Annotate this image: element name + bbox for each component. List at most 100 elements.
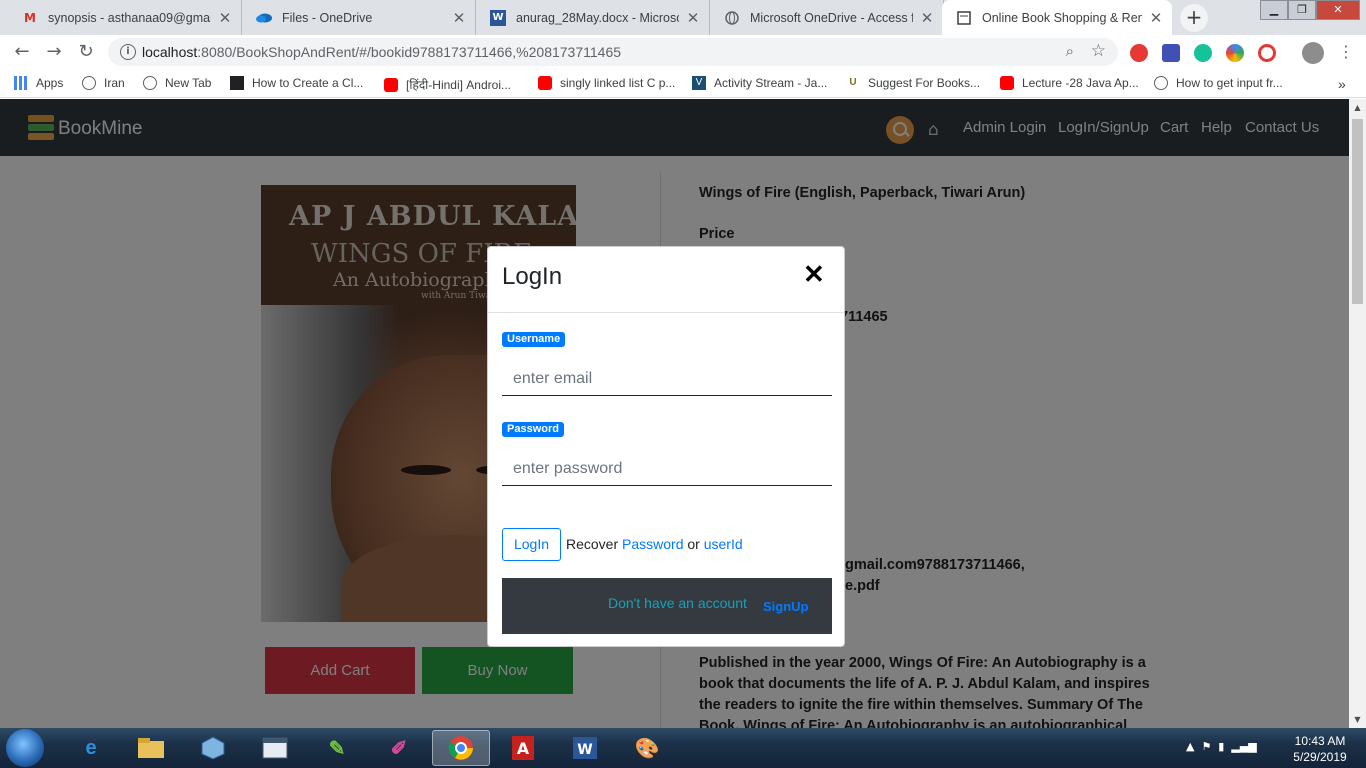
bookmark-iran[interactable]: Iran <box>82 76 125 90</box>
globe-icon <box>1154 76 1168 90</box>
page-icon: V <box>692 76 706 90</box>
tab-title: synopsis - asthanaa09@gmail.co <box>48 10 211 25</box>
extension-icon[interactable] <box>1258 44 1276 62</box>
bookmarks-overflow-button[interactable]: » <box>1338 76 1346 92</box>
reload-icon[interactable]: ↻ <box>74 41 98 65</box>
email-field[interactable] <box>502 362 832 396</box>
system-tray[interactable]: ▲ ⚑ ▮ ▂▄▆ <box>1186 740 1257 753</box>
gmail-icon: M <box>24 10 36 25</box>
menu-icon[interactable]: ⋮ <box>1334 41 1358 65</box>
opera-extension-icon[interactable] <box>1130 44 1148 62</box>
close-tab-icon[interactable]: ✕ <box>685 9 701 27</box>
no-account-text: Don't have an account <box>608 595 747 611</box>
onedrive-icon <box>256 10 272 26</box>
paint-icon[interactable]: 🎨 <box>618 730 676 766</box>
login-button[interactable]: LogIn <box>502 528 561 561</box>
browser-toolbar: ← → ↻ i localhost:8080/BookShopAndRent/#… <box>0 35 1366 70</box>
bookmark-label: How to Create a Cl... <box>252 76 364 90</box>
explorer-icon[interactable] <box>122 730 180 766</box>
bookmark-label: How to get input fr... <box>1176 76 1283 90</box>
word-icon[interactable]: W <box>556 730 614 766</box>
virtualbox-icon[interactable] <box>184 730 242 766</box>
maximize-button[interactable]: ❐ <box>1288 0 1316 20</box>
word-icon: W <box>490 9 506 26</box>
scroll-up-icon[interactable]: ▲ <box>1349 99 1366 116</box>
extension-icon[interactable] <box>1162 44 1180 62</box>
globe-icon <box>82 76 96 90</box>
page-icon <box>230 76 244 90</box>
new-tab-button[interactable]: + <box>1180 4 1208 32</box>
tab-gmail[interactable]: M synopsis - asthanaa09@gmail.co ✕ <box>8 0 242 35</box>
bookmark-label: Lecture -28 Java Ap... <box>1022 76 1139 90</box>
tab-title: Files - OneDrive <box>282 10 373 25</box>
grammarly-icon[interactable] <box>1194 44 1212 62</box>
bookmark-create-class[interactable]: How to Create a Cl... <box>230 76 363 90</box>
url-text[interactable]: localhost:8080/BookShopAndRent/#/bookid9… <box>142 44 621 60</box>
page-icon: U <box>849 77 857 88</box>
tab-word-doc[interactable]: W anurag_28May.docx - Microsoft ✕ <box>476 0 710 35</box>
google-extension-icon[interactable] <box>1226 44 1244 62</box>
bookmark-new-tab[interactable]: New Tab <box>143 76 211 90</box>
bookmark-label: singly linked list C p... <box>560 76 676 90</box>
tab-onedrive-access[interactable]: Microsoft OneDrive - Access file ✕ <box>710 0 944 35</box>
signup-footer: Don't have an account SignUp <box>502 578 832 634</box>
taskbar-clock[interactable]: 10:43 AM 5/29/2019 <box>1285 733 1355 765</box>
page-icon <box>956 10 972 26</box>
close-tab-icon[interactable]: ✕ <box>217 9 233 27</box>
vertical-scrollbar[interactable]: ▲ ▼ <box>1349 99 1366 728</box>
tab-bookshop[interactable]: Online Book Shopping & Rentin ✕ <box>942 0 1172 35</box>
scroll-down-icon[interactable]: ▼ <box>1349 711 1366 728</box>
address-bar[interactable]: i localhost:8080/BookShopAndRent/#/booki… <box>108 38 1118 66</box>
paint-brush-icon[interactable]: ✐ <box>370 730 428 766</box>
svg-text:W: W <box>577 742 592 758</box>
signup-link[interactable]: SignUp <box>763 599 809 614</box>
scroll-thumb[interactable] <box>1352 119 1363 304</box>
recover-or: or <box>687 536 700 552</box>
globe-icon <box>724 10 740 26</box>
bookmark-label: [हिंदी-Hindi] Androi... <box>406 78 511 92</box>
notepad-plus-icon[interactable]: ✎ <box>308 730 366 766</box>
forward-icon[interactable]: → <box>42 41 66 65</box>
bookmark-apps[interactable]: Apps <box>14 76 63 90</box>
clock-time: 10:43 AM <box>1294 734 1346 748</box>
bookmark-get-input[interactable]: How to get input fr... <box>1154 76 1283 90</box>
username-label: Username <box>502 332 566 347</box>
apps-grid-icon <box>14 76 28 90</box>
back-icon[interactable]: ← <box>10 41 34 65</box>
info-icon[interactable]: i <box>120 44 136 60</box>
tab-strip: M synopsis - asthanaa09@gmail.co ✕ Files… <box>0 0 1366 35</box>
svg-text:A: A <box>517 739 530 758</box>
zoom-icon[interactable]: ⌕ <box>1066 42 1074 60</box>
password-field[interactable] <box>502 452 832 486</box>
tab-title: Microsoft OneDrive - Access file <box>750 10 913 25</box>
recover-text: Recover Password or userId <box>566 536 743 552</box>
profile-avatar[interactable] <box>1302 42 1324 64</box>
url-path: :8080/BookShopAndRent/#/bookid9788173711… <box>197 44 622 60</box>
ie-icon[interactable]: e <box>62 730 120 766</box>
tab-onedrive[interactable]: Files - OneDrive ✕ <box>242 0 476 35</box>
bookmark-lecture-28[interactable]: Lecture -28 Java Ap... <box>1000 76 1139 90</box>
bookmark-linked-list[interactable]: singly linked list C p... <box>538 76 675 90</box>
bookmark-suggest-books[interactable]: U Suggest For Books... <box>846 76 980 90</box>
start-button[interactable] <box>6 729 44 767</box>
close-tab-icon[interactable]: ✕ <box>919 9 935 27</box>
close-tab-icon[interactable]: ✕ <box>451 9 467 27</box>
bookmark-hindi-android[interactable]: [हिंदी-Hindi] Androi... <box>384 76 511 93</box>
recover-userid-link[interactable]: userId <box>704 536 743 552</box>
close-icon[interactable]: ✕ <box>803 261 825 287</box>
bookmark-label: Iran <box>104 76 125 90</box>
acrobat-icon[interactable]: A <box>494 730 552 766</box>
bookmark-star-icon[interactable]: ☆ <box>1091 41 1106 61</box>
tab-title: Online Book Shopping & Rentin <box>982 10 1142 25</box>
close-tab-icon[interactable]: ✕ <box>1148 9 1164 27</box>
tab-title: anurag_28May.docx - Microsoft <box>516 10 679 25</box>
bookmark-label: Activity Stream - Ja... <box>714 76 828 90</box>
app-window-icon[interactable] <box>246 730 304 766</box>
close-window-button[interactable]: ✕ <box>1316 0 1360 20</box>
bookmark-activity-stream[interactable]: V Activity Stream - Ja... <box>692 76 827 90</box>
bookmark-label: New Tab <box>165 76 212 90</box>
chrome-icon[interactable] <box>432 730 490 766</box>
recover-password-link[interactable]: Password <box>622 536 683 552</box>
page-viewport: BookMine ⌂ Admin Login LogIn/SignUp Cart… <box>0 99 1349 728</box>
minimize-button[interactable]: ▁ <box>1260 0 1288 20</box>
